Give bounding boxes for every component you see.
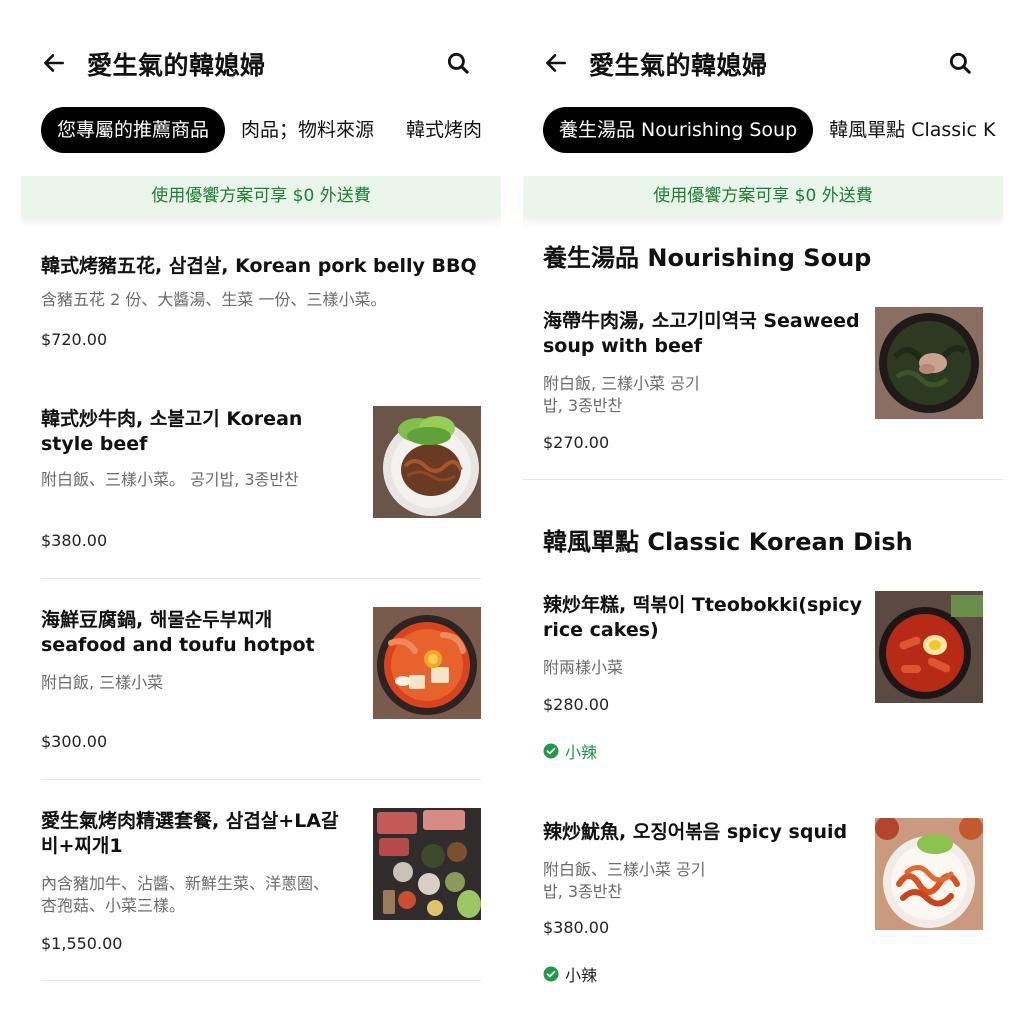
menu-panel-right: 愛生氣的韓媳婦 養生湯品 Nourishing Soup 韓風單點 Classic… [523, 0, 1003, 1024]
category-tabs: 您專屬的推薦商品 肉品；物料來源 韓式烤肉 [41, 107, 501, 153]
item-name: 愛生氣烤肉精選套餐, 삼겹살+LA갈비+찌개1 [41, 810, 339, 857]
check-badge-icon [543, 966, 559, 982]
section-title: 養生湯品 Nourishing Soup [543, 244, 872, 272]
tab-meat-source[interactable]: 肉品；物料來源 [225, 107, 390, 153]
seaweed-soup-pot-image [875, 307, 983, 419]
category-tabs: 養生湯品 Nourishing Soup 韓風單點 Classic K [543, 107, 1003, 153]
menu-panel-left: 愛生氣的韓媳婦 您專屬的推薦商品 肉品；物料來源 韓式烤肉 使用優饗方案可享 $0 … [21, 0, 501, 1024]
spicy-squid-plate-image [875, 818, 983, 930]
item-name: 韓式烤豬五花, 삼겹살, Korean pork belly BBQ [41, 255, 477, 277]
seafood-tofu-hotpot-image [373, 607, 481, 719]
item-price: $300.00 [41, 732, 108, 751]
back-arrow-icon[interactable] [543, 50, 569, 76]
item-price: $270.00 [543, 433, 610, 452]
item-description: 附白飯, 三樣小菜 [41, 673, 164, 692]
promo-banner[interactable]: 使用優饗方案可享 $0 外送費 [523, 176, 1003, 216]
menu-item[interactable]: 辣炒魷魚, 오징어볶음 spicy squid 附白飯、三樣小菜 공기밥, 3종… [543, 818, 983, 985]
item-name: 辣炒年糕, 떡볶이 Tteobokki(spicy rice cakes) [543, 594, 863, 641]
tab-nourishing-soup[interactable]: 養生湯品 Nourishing Soup [543, 107, 814, 153]
item-price: $720.00 [41, 330, 108, 349]
item-description: 附白飯、三樣小菜 공기밥, 3종반찬 [543, 860, 706, 901]
bulgogi-plate-image [373, 406, 481, 518]
item-name: 韓式炒牛肉, 소불고기 Korean style beef [41, 408, 303, 455]
divider [523, 479, 1003, 480]
search-icon[interactable] [445, 50, 471, 76]
item-name: 海鮮豆腐鍋, 해물순두부찌개 seafood and toufu hotpot [41, 609, 315, 656]
promo-banner[interactable]: 使用優饗方案可享 $0 外送費 [21, 176, 501, 216]
spicy-label: 小辣 [565, 966, 598, 985]
tab-classic-korean[interactable]: 韓風單點 Classic K [813, 107, 1003, 153]
spicy-label: 小辣 [565, 743, 598, 762]
tab-recommended[interactable]: 您專屬的推薦商品 [41, 107, 226, 153]
bbq-set-spread-image [373, 808, 481, 920]
item-description: 附白飯, 三樣小菜 공기밥, 3종반찬 [543, 374, 700, 415]
divider [41, 779, 481, 780]
menu-item[interactable]: 韓式炒牛肉, 소불고기 Korean style beef 附白飯、三樣小菜。 … [41, 406, 481, 550]
spicy-badge: 小辣 [543, 962, 597, 986]
item-description: 附兩樣小菜 [543, 658, 624, 677]
menu-item[interactable]: 辣炒年糕, 떡볶이 Tteobokki(spicy rice cakes) 附兩… [543, 591, 983, 762]
menu-item[interactable]: 韓式烤豬五花, 삼겹살, Korean pork belly BBQ 含豬五花 … [41, 254, 481, 349]
search-icon[interactable] [947, 50, 973, 76]
divider [41, 578, 481, 579]
store-title: 愛生氣的韓媳婦 [87, 51, 266, 80]
spicy-badge: 小辣 [543, 739, 597, 763]
divider [41, 980, 481, 981]
menu-item[interactable]: 愛生氣烤肉精選套餐, 삼겹살+LA갈비+찌개1 內含豬加牛、沾醬、新鮮生菜、洋蔥… [41, 808, 481, 953]
item-name: 海帶牛肉湯, 소고기미역국 Seaweed soup with beef [543, 310, 860, 357]
item-description: 含豬五花 2 份、大醬湯、生菜 一份、三樣小菜。 [41, 290, 387, 309]
item-price: $280.00 [543, 695, 610, 714]
item-price: $1,550.00 [41, 934, 123, 953]
back-arrow-icon[interactable] [41, 50, 67, 76]
menu-item[interactable]: 海鮮豆腐鍋, 해물순두부찌개 seafood and toufu hotpot … [41, 607, 481, 751]
section-title: 韓風單點 Classic Korean Dish [543, 528, 913, 556]
item-price: $380.00 [41, 531, 108, 550]
store-title: 愛生氣的韓媳婦 [589, 51, 768, 80]
top-bar: 愛生氣的韓媳婦 [523, 38, 1003, 88]
item-description: 附白飯、三樣小菜。 공기밥, 3종반찬 [41, 470, 299, 489]
top-bar: 愛生氣的韓媳婦 [21, 38, 501, 88]
tteokbokki-pan-image [875, 591, 983, 703]
tab-korean-bbq[interactable]: 韓式烤肉 [390, 107, 498, 153]
check-badge-icon [543, 743, 559, 759]
menu-item[interactable]: 海帶牛肉湯, 소고기미역국 Seaweed soup with beef 附白飯… [543, 307, 983, 452]
item-price: $380.00 [543, 918, 610, 937]
item-description: 內含豬加牛、沾醬、新鮮生菜、洋蔥圈、杏孢菇、小菜三樣。 [41, 874, 330, 915]
